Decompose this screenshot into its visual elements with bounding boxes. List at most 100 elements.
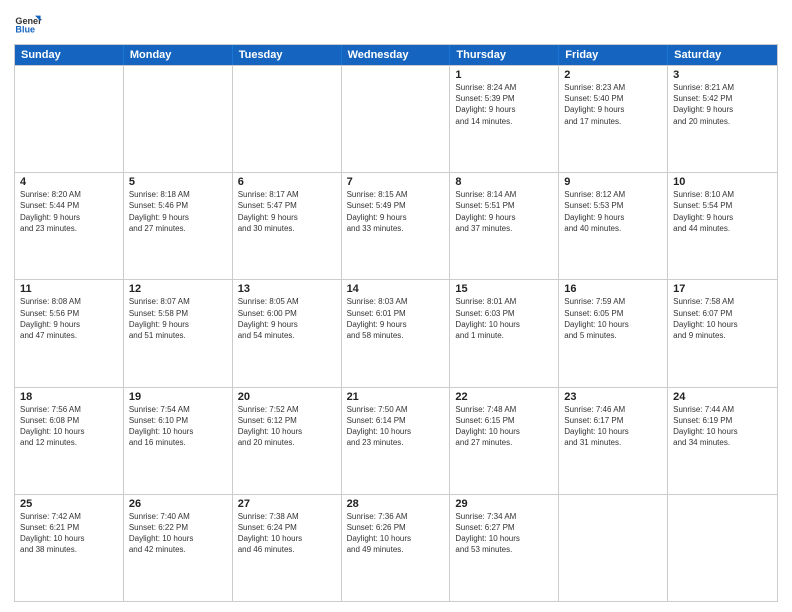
day-number: 20: [238, 391, 336, 403]
day-info: Sunrise: 7:52 AM Sunset: 6:12 PM Dayligh…: [238, 404, 336, 449]
day-number: 6: [238, 176, 336, 188]
cal-cell-r4-c2: 27Sunrise: 7:38 AM Sunset: 6:24 PM Dayli…: [233, 495, 342, 601]
day-info: Sunrise: 7:54 AM Sunset: 6:10 PM Dayligh…: [129, 404, 227, 449]
logo-icon: General Blue: [14, 10, 42, 38]
day-number: 13: [238, 283, 336, 295]
cal-cell-r1-c5: 9Sunrise: 8:12 AM Sunset: 5:53 PM Daylig…: [559, 173, 668, 279]
day-number: 25: [20, 498, 118, 510]
cal-cell-r0-c5: 2Sunrise: 8:23 AM Sunset: 5:40 PM Daylig…: [559, 66, 668, 172]
cal-cell-r0-c2: [233, 66, 342, 172]
calendar-header: SundayMondayTuesdayWednesdayThursdayFrid…: [15, 45, 777, 65]
cal-cell-r4-c6: [668, 495, 777, 601]
day-number: 12: [129, 283, 227, 295]
day-info: Sunrise: 8:15 AM Sunset: 5:49 PM Dayligh…: [347, 189, 445, 234]
cal-cell-r4-c0: 25Sunrise: 7:42 AM Sunset: 6:21 PM Dayli…: [15, 495, 124, 601]
day-info: Sunrise: 8:07 AM Sunset: 5:58 PM Dayligh…: [129, 296, 227, 341]
calendar-row-4: 18Sunrise: 7:56 AM Sunset: 6:08 PM Dayli…: [15, 387, 777, 494]
cal-cell-r1-c1: 5Sunrise: 8:18 AM Sunset: 5:46 PM Daylig…: [124, 173, 233, 279]
day-info: Sunrise: 7:56 AM Sunset: 6:08 PM Dayligh…: [20, 404, 118, 449]
day-number: 21: [347, 391, 445, 403]
day-number: 5: [129, 176, 227, 188]
day-info: Sunrise: 8:12 AM Sunset: 5:53 PM Dayligh…: [564, 189, 662, 234]
calendar-row-1: 1Sunrise: 8:24 AM Sunset: 5:39 PM Daylig…: [15, 65, 777, 172]
cal-cell-r3-c0: 18Sunrise: 7:56 AM Sunset: 6:08 PM Dayli…: [15, 388, 124, 494]
day-info: Sunrise: 8:17 AM Sunset: 5:47 PM Dayligh…: [238, 189, 336, 234]
day-number: 16: [564, 283, 662, 295]
day-number: 23: [564, 391, 662, 403]
day-info: Sunrise: 7:36 AM Sunset: 6:26 PM Dayligh…: [347, 511, 445, 556]
cal-cell-r2-c2: 13Sunrise: 8:05 AM Sunset: 6:00 PM Dayli…: [233, 280, 342, 386]
day-number: 19: [129, 391, 227, 403]
day-number: 9: [564, 176, 662, 188]
cal-cell-r3-c5: 23Sunrise: 7:46 AM Sunset: 6:17 PM Dayli…: [559, 388, 668, 494]
day-info: Sunrise: 8:05 AM Sunset: 6:00 PM Dayligh…: [238, 296, 336, 341]
calendar-body: 1Sunrise: 8:24 AM Sunset: 5:39 PM Daylig…: [15, 65, 777, 601]
day-info: Sunrise: 8:08 AM Sunset: 5:56 PM Dayligh…: [20, 296, 118, 341]
logo: General Blue: [14, 10, 42, 38]
day-number: 11: [20, 283, 118, 295]
calendar-row-3: 11Sunrise: 8:08 AM Sunset: 5:56 PM Dayli…: [15, 279, 777, 386]
day-number: 4: [20, 176, 118, 188]
cal-cell-r1-c2: 6Sunrise: 8:17 AM Sunset: 5:47 PM Daylig…: [233, 173, 342, 279]
cal-cell-r2-c6: 17Sunrise: 7:58 AM Sunset: 6:07 PM Dayli…: [668, 280, 777, 386]
calendar: SundayMondayTuesdayWednesdayThursdayFrid…: [14, 44, 778, 602]
weekday-header-sunday: Sunday: [15, 45, 124, 65]
day-number: 15: [455, 283, 553, 295]
weekday-header-monday: Monday: [124, 45, 233, 65]
day-info: Sunrise: 7:34 AM Sunset: 6:27 PM Dayligh…: [455, 511, 553, 556]
cal-cell-r3-c3: 21Sunrise: 7:50 AM Sunset: 6:14 PM Dayli…: [342, 388, 451, 494]
cal-cell-r1-c0: 4Sunrise: 8:20 AM Sunset: 5:44 PM Daylig…: [15, 173, 124, 279]
day-info: Sunrise: 8:20 AM Sunset: 5:44 PM Dayligh…: [20, 189, 118, 234]
cal-cell-r4-c1: 26Sunrise: 7:40 AM Sunset: 6:22 PM Dayli…: [124, 495, 233, 601]
cal-cell-r0-c1: [124, 66, 233, 172]
cal-cell-r0-c6: 3Sunrise: 8:21 AM Sunset: 5:42 PM Daylig…: [668, 66, 777, 172]
cal-cell-r1-c3: 7Sunrise: 8:15 AM Sunset: 5:49 PM Daylig…: [342, 173, 451, 279]
cal-cell-r2-c4: 15Sunrise: 8:01 AM Sunset: 6:03 PM Dayli…: [450, 280, 559, 386]
day-info: Sunrise: 8:03 AM Sunset: 6:01 PM Dayligh…: [347, 296, 445, 341]
header: General Blue: [14, 10, 778, 38]
day-number: 10: [673, 176, 772, 188]
cal-cell-r2-c0: 11Sunrise: 8:08 AM Sunset: 5:56 PM Dayli…: [15, 280, 124, 386]
cal-cell-r4-c4: 29Sunrise: 7:34 AM Sunset: 6:27 PM Dayli…: [450, 495, 559, 601]
weekday-header-wednesday: Wednesday: [342, 45, 451, 65]
cal-cell-r3-c2: 20Sunrise: 7:52 AM Sunset: 6:12 PM Dayli…: [233, 388, 342, 494]
day-number: 28: [347, 498, 445, 510]
day-number: 29: [455, 498, 553, 510]
day-info: Sunrise: 7:50 AM Sunset: 6:14 PM Dayligh…: [347, 404, 445, 449]
page: General Blue SundayMondayTuesdayWednesda…: [0, 0, 792, 612]
day-number: 27: [238, 498, 336, 510]
day-number: 14: [347, 283, 445, 295]
weekday-header-thursday: Thursday: [450, 45, 559, 65]
weekday-header-tuesday: Tuesday: [233, 45, 342, 65]
cal-cell-r3-c1: 19Sunrise: 7:54 AM Sunset: 6:10 PM Dayli…: [124, 388, 233, 494]
day-info: Sunrise: 8:18 AM Sunset: 5:46 PM Dayligh…: [129, 189, 227, 234]
calendar-row-5: 25Sunrise: 7:42 AM Sunset: 6:21 PM Dayli…: [15, 494, 777, 601]
day-number: 1: [455, 69, 553, 81]
cal-cell-r1-c6: 10Sunrise: 8:10 AM Sunset: 5:54 PM Dayli…: [668, 173, 777, 279]
svg-text:Blue: Blue: [15, 24, 35, 34]
day-info: Sunrise: 8:01 AM Sunset: 6:03 PM Dayligh…: [455, 296, 553, 341]
day-number: 2: [564, 69, 662, 81]
day-info: Sunrise: 7:59 AM Sunset: 6:05 PM Dayligh…: [564, 296, 662, 341]
day-number: 8: [455, 176, 553, 188]
weekday-header-friday: Friday: [559, 45, 668, 65]
day-info: Sunrise: 8:21 AM Sunset: 5:42 PM Dayligh…: [673, 82, 772, 127]
cal-cell-r4-c5: [559, 495, 668, 601]
day-number: 3: [673, 69, 772, 81]
day-number: 17: [673, 283, 772, 295]
day-info: Sunrise: 8:10 AM Sunset: 5:54 PM Dayligh…: [673, 189, 772, 234]
day-number: 22: [455, 391, 553, 403]
weekday-header-saturday: Saturday: [668, 45, 777, 65]
day-number: 24: [673, 391, 772, 403]
cal-cell-r2-c1: 12Sunrise: 8:07 AM Sunset: 5:58 PM Dayli…: [124, 280, 233, 386]
day-info: Sunrise: 7:58 AM Sunset: 6:07 PM Dayligh…: [673, 296, 772, 341]
calendar-row-2: 4Sunrise: 8:20 AM Sunset: 5:44 PM Daylig…: [15, 172, 777, 279]
day-info: Sunrise: 8:14 AM Sunset: 5:51 PM Dayligh…: [455, 189, 553, 234]
cal-cell-r2-c5: 16Sunrise: 7:59 AM Sunset: 6:05 PM Dayli…: [559, 280, 668, 386]
day-info: Sunrise: 7:46 AM Sunset: 6:17 PM Dayligh…: [564, 404, 662, 449]
day-info: Sunrise: 8:23 AM Sunset: 5:40 PM Dayligh…: [564, 82, 662, 127]
cal-cell-r0-c4: 1Sunrise: 8:24 AM Sunset: 5:39 PM Daylig…: [450, 66, 559, 172]
day-info: Sunrise: 7:40 AM Sunset: 6:22 PM Dayligh…: [129, 511, 227, 556]
cal-cell-r3-c4: 22Sunrise: 7:48 AM Sunset: 6:15 PM Dayli…: [450, 388, 559, 494]
cal-cell-r3-c6: 24Sunrise: 7:44 AM Sunset: 6:19 PM Dayli…: [668, 388, 777, 494]
